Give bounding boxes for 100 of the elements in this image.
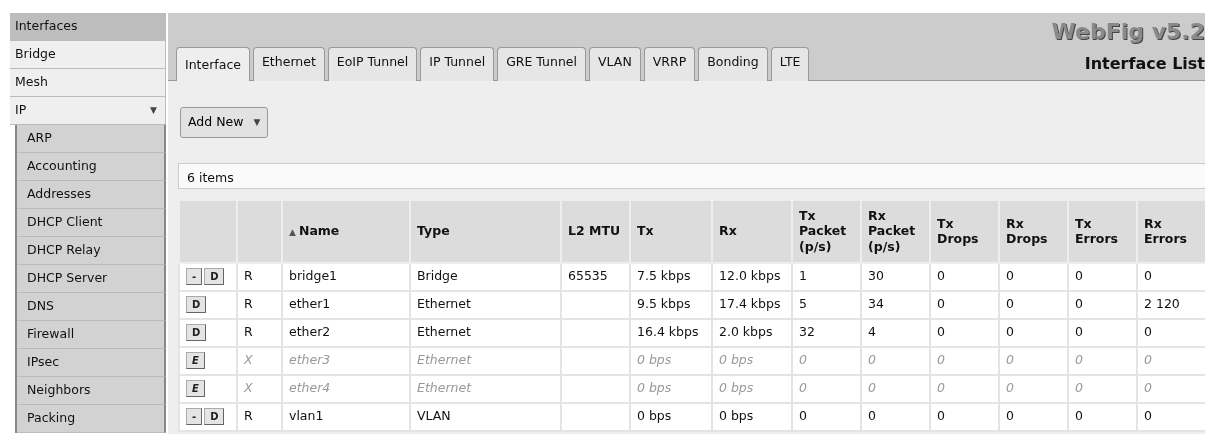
column-header[interactable]: Tx Packet (p/s) (792, 199, 861, 263)
table-cell: R (237, 402, 282, 431)
table-cell: 0 (861, 374, 930, 403)
table-cell: 0 (1068, 346, 1137, 375)
table-cell: 7.5 kbps (630, 262, 712, 291)
column-header[interactable]: Rx (712, 199, 792, 263)
table-cell: 32 (792, 318, 861, 347)
table-cell: R (237, 318, 282, 347)
table-cell: 0 bps (712, 346, 792, 375)
sidebar-item[interactable]: DHCP Client (17, 209, 166, 237)
page-title: Interface List (1084, 53, 1205, 75)
table-cell: 0 bps (630, 346, 712, 375)
tab[interactable]: LTE (770, 47, 810, 81)
add-new-button[interactable]: Add New ▼ (180, 107, 269, 138)
tab[interactable]: Interface (176, 47, 250, 81)
table-cell: 0 (930, 290, 999, 319)
sidebar-item[interactable]: ARP (17, 125, 166, 153)
table-cell: R (237, 262, 282, 291)
table-cell: vlan1 (282, 402, 410, 431)
remove-button[interactable]: - (186, 268, 203, 286)
column-header[interactable]: L2 MTU (561, 199, 630, 263)
table-cell: 4 (861, 318, 930, 347)
table-cell: R (237, 290, 282, 319)
table-cell: 0 (999, 318, 1068, 347)
table-cell: 0 (930, 402, 999, 431)
sidebar-item[interactable]: Mesh (10, 69, 166, 97)
tab[interactable]: IP Tunnel (420, 47, 495, 81)
table-cell: 0 (1068, 318, 1137, 347)
table-cell: X (237, 374, 282, 403)
column-header[interactable]: Tx Drops (930, 199, 999, 263)
table-cell: 0 (792, 374, 861, 403)
dropdown-arrow-icon: ▼ (253, 115, 261, 130)
table-cell: 0 (861, 402, 930, 431)
tab[interactable]: GRE Tunnel (497, 47, 587, 81)
table-cell: VLAN (410, 402, 561, 431)
table-cell: 2.0 kbps (712, 318, 792, 347)
table-cell: 0 (999, 346, 1068, 375)
table-cell: 9.5 kbps (630, 290, 712, 319)
table-cell: 0 (930, 318, 999, 347)
sidebar-item[interactable]: DHCP Server (17, 265, 166, 293)
sidebar-item[interactable]: Addresses (17, 181, 166, 209)
table-cell: 0 (1068, 402, 1137, 431)
table-cell: 0 (861, 346, 930, 375)
sidebar-item[interactable]: IPsec (17, 349, 166, 377)
sidebar-item[interactable]: Firewall (17, 321, 166, 349)
table-cell: 0 (999, 374, 1068, 403)
table-cell: X (237, 346, 282, 375)
column-header[interactable]: Rx Errors (1137, 199, 1205, 263)
disable-button[interactable]: D (186, 296, 207, 314)
tab[interactable]: VLAN (589, 47, 641, 81)
tab[interactable]: Bonding (698, 47, 768, 81)
column-header[interactable]: Rx Packet (p/s) (861, 199, 930, 263)
table-cell: bridge1 (282, 262, 410, 291)
brand-title: WebFig v5.2 (1051, 18, 1205, 46)
tab[interactable]: VRRP (643, 47, 696, 81)
table-cell: 1 (792, 262, 861, 291)
table-cell: Ethernet (410, 290, 561, 319)
table-cell: 0 bps (630, 402, 712, 431)
table-cell: ether2 (282, 318, 410, 347)
sidebar-item[interactable]: Accounting (17, 153, 166, 181)
table-cell: Ethernet (410, 318, 561, 347)
dropdown-arrow-icon: ▼ (150, 103, 157, 118)
sidebar-item[interactable]: DNS (17, 293, 166, 321)
item-count: 6 items (187, 169, 234, 185)
sidebar-item[interactable]: Bridge (10, 41, 166, 69)
table-cell: 65535 (561, 262, 630, 291)
table-cell: 0 (999, 262, 1068, 291)
column-header[interactable]: Type (410, 199, 561, 263)
sidebar-item[interactable]: Neighbors (17, 377, 166, 405)
table-cell: 0 (792, 402, 861, 431)
table-cell: 17.4 kbps (712, 290, 792, 319)
remove-button[interactable]: - (186, 408, 203, 426)
table-cell: 0 (930, 346, 999, 375)
column-header[interactable]: Rx Drops (999, 199, 1068, 263)
column-header[interactable]: Tx Errors (1068, 199, 1137, 263)
table-cell: 0 bps (712, 374, 792, 403)
disable-button[interactable]: D (204, 268, 225, 286)
table-cell: 5 (792, 290, 861, 319)
table-cell: 34 (861, 290, 930, 319)
tab[interactable]: Ethernet (252, 47, 325, 81)
table-cell: 30 (861, 262, 930, 291)
disable-button[interactable]: D (204, 408, 225, 426)
table-cell: 16.4 kbps (630, 318, 712, 347)
table-cell: 0 (1068, 290, 1137, 319)
table-cell: ether3 (282, 346, 410, 375)
table-cell: ether4 (282, 374, 410, 403)
table-cell: ether1 (282, 290, 410, 319)
disable-button[interactable]: D (186, 324, 207, 342)
tab[interactable]: EoIP Tunnel (327, 47, 418, 81)
sidebar-item[interactable]: IP ▼ (10, 97, 166, 125)
column-header[interactable]: ▲ Name (282, 199, 410, 263)
table-cell: 12.0 kbps (712, 262, 792, 291)
table-cell: 0 (1068, 374, 1137, 403)
sidebar-item[interactable]: Interfaces (10, 13, 166, 41)
table-cell: Ethernet (410, 374, 561, 403)
table-cell: 0 bps (630, 374, 712, 403)
table-cell: 0 (999, 290, 1068, 319)
sidebar-item[interactable]: DHCP Relay (17, 237, 166, 265)
sidebar-item[interactable]: Packing (17, 405, 166, 433)
column-header[interactable]: Tx (630, 199, 712, 263)
